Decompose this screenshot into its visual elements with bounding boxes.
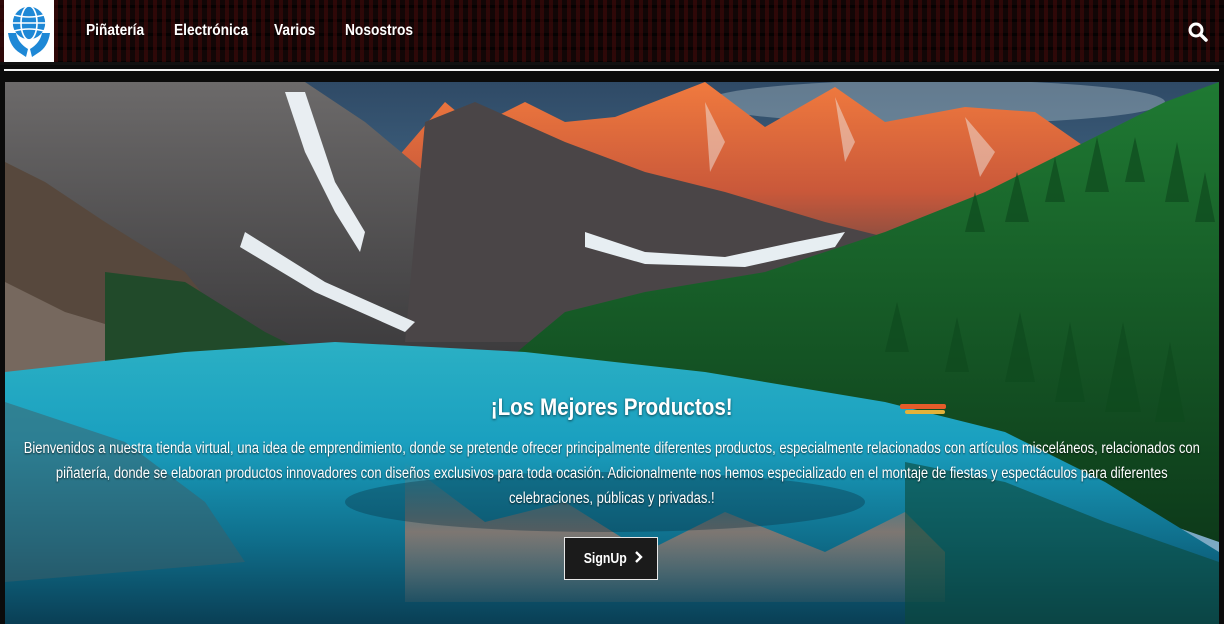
globe-hands-logo-icon	[8, 5, 50, 57]
search-icon	[1188, 22, 1208, 42]
nav-link-nosostros[interactable]: Nosostros	[345, 22, 414, 40]
navbar-divider	[4, 69, 1219, 71]
signup-button[interactable]: SignUp	[564, 537, 658, 580]
nav-link-pinateria[interactable]: Piñatería	[86, 22, 155, 40]
search-button[interactable]	[1186, 20, 1210, 44]
nav-link-electronica[interactable]: Electrónica	[174, 22, 253, 40]
hero-banner: ¡Los Mejores Productos! Bienvenidos a nu…	[5, 82, 1219, 624]
hero-description: Bienvenidos a nuestra tienda virtual, un…	[23, 440, 1201, 507]
top-navbar: Piñatería Electrónica Varios Nosostros	[0, 0, 1224, 65]
logo-link[interactable]	[4, 0, 54, 63]
hero-title: ¡Los Mejores Productos!	[491, 394, 733, 421]
signup-label: SignUp	[583, 550, 628, 567]
nav-link-varios[interactable]: Varios	[274, 22, 328, 40]
chevron-right-icon	[634, 550, 643, 568]
main-menu: Piñatería Electrónica Varios Nosostros	[86, 0, 433, 62]
